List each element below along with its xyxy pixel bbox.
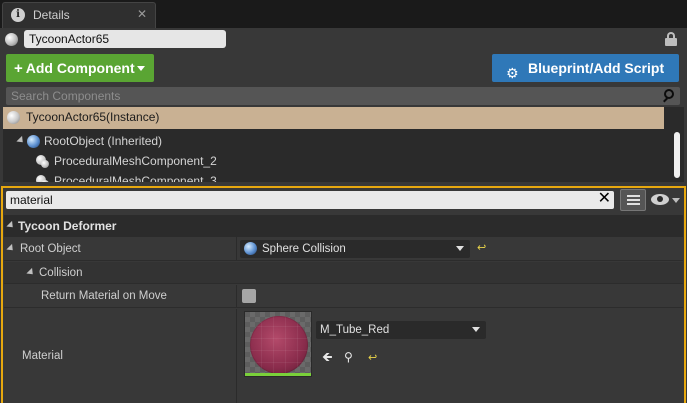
dropdown-value: M_Tube_Red (320, 324, 390, 336)
material-type-bar (245, 373, 311, 376)
scrollbar-thumb[interactable] (673, 131, 681, 179)
details-search-value: material (10, 193, 53, 207)
reset-to-default-icon[interactable]: ↩ (368, 353, 378, 364)
dropdown-value: Sphere Collision (262, 243, 346, 255)
component-tree: TycoonActor65(Instance) RootObject (Inhe… (3, 107, 684, 182)
use-selected-arrow-icon[interactable]: 🡸 (322, 350, 333, 364)
details-panel: TycoonActor65 + Add Component ⚙ Blueprint… (0, 28, 687, 403)
property-label: Material (22, 350, 63, 362)
property-label: Root Object (20, 243, 81, 255)
mesh-component-icon (36, 155, 49, 168)
blueprint-add-script-button[interactable]: ⚙ Blueprint/Add Script (492, 54, 679, 82)
details-filter-area: material ✕ Tycoon Deformer Root Object S… (1, 186, 686, 403)
property-label: Return Material on Move (41, 290, 167, 302)
scene-component-icon (27, 135, 40, 148)
root-object-dropdown[interactable]: Sphere Collision (240, 240, 470, 258)
clear-search-icon[interactable]: ✕ (598, 190, 611, 208)
property-list: Tycoon Deformer Root Object Sphere Colli… (4, 215, 683, 403)
category-header[interactable]: Tycoon Deformer (4, 215, 683, 237)
search-icon (662, 88, 678, 104)
material-preview-sphere (250, 316, 308, 374)
list-icon (627, 195, 640, 205)
actor-icon (7, 111, 20, 124)
reset-to-default-icon[interactable]: ↩ (477, 243, 487, 254)
lock-icon[interactable] (665, 32, 677, 46)
add-component-label: Add Component (25, 60, 135, 76)
mesh-component-icon (36, 175, 49, 182)
tree-item-root[interactable]: RootObject (Inherited) (16, 131, 637, 151)
property-matrix-button[interactable] (620, 189, 646, 211)
column-divider[interactable] (236, 285, 237, 307)
tree-item-label: RootObject (Inherited) (44, 134, 163, 148)
tree-item-mesh[interactable]: ProceduralMeshComponent_3 (36, 171, 636, 182)
property-row-return-material: Return Material on Move (4, 285, 683, 308)
tree-item-label: TycoonActor65(Instance) (26, 110, 160, 124)
collapse-arrow-icon[interactable] (26, 267, 36, 278)
gears-icon: ⚙ (506, 65, 519, 81)
details-search-input[interactable]: material ✕ (6, 190, 614, 209)
tree-item-instance[interactable]: TycoonActor65(Instance) (3, 107, 664, 129)
tree-scrollbar[interactable] (670, 129, 684, 182)
actor-icon (5, 33, 18, 46)
category-title: Tycoon Deformer (18, 219, 117, 233)
info-icon: i (11, 8, 25, 22)
property-row-collision: Collision (4, 262, 683, 284)
tab-details[interactable]: i Details ✕ (2, 2, 156, 28)
return-material-checkbox[interactable] (242, 289, 256, 303)
close-icon[interactable]: ✕ (137, 7, 147, 21)
tab-bar: i Details ✕ (0, 0, 687, 28)
column-divider[interactable] (236, 309, 237, 403)
property-row-root-object: Root Object Sphere Collision ↩ (4, 237, 683, 261)
add-component-button[interactable]: + Add Component (6, 54, 154, 82)
browse-search-icon[interactable]: ⚲ (344, 350, 353, 364)
tree-item-mesh[interactable]: ProceduralMeshComponent_2 (36, 151, 636, 171)
expand-arrow-icon[interactable] (16, 135, 26, 146)
material-thumbnail[interactable] (244, 311, 312, 377)
property-row-material: Material M_Tube_Red 🡸 ⚲ ↩ (4, 309, 683, 403)
search-components-input[interactable]: Search Components (6, 87, 680, 105)
chevron-down-icon (456, 246, 464, 251)
tree-item-label: ProceduralMeshComponent_2 (54, 154, 217, 168)
collapse-arrow-icon[interactable] (6, 220, 16, 231)
blueprint-add-script-label: Blueprint/Add Script (528, 60, 665, 76)
tree-item-label: ProceduralMeshComponent_3 (54, 174, 217, 182)
chevron-down-icon (137, 66, 145, 71)
collapse-arrow-icon[interactable] (6, 243, 16, 254)
search-components-placeholder: Search Components (11, 89, 121, 103)
sphere-collision-icon (244, 242, 257, 255)
chevron-down-icon (472, 327, 480, 332)
tab-title: Details (33, 8, 70, 22)
property-label: Collision (39, 267, 83, 279)
plus-icon: + (14, 60, 23, 77)
material-dropdown[interactable]: M_Tube_Red (316, 321, 486, 339)
eye-icon[interactable] (651, 194, 669, 205)
actor-name-field[interactable]: TycoonActor65 (24, 30, 226, 48)
column-divider[interactable] (236, 237, 237, 260)
actor-name-row: TycoonActor65 (0, 28, 687, 50)
chevron-down-icon[interactable] (672, 198, 680, 203)
